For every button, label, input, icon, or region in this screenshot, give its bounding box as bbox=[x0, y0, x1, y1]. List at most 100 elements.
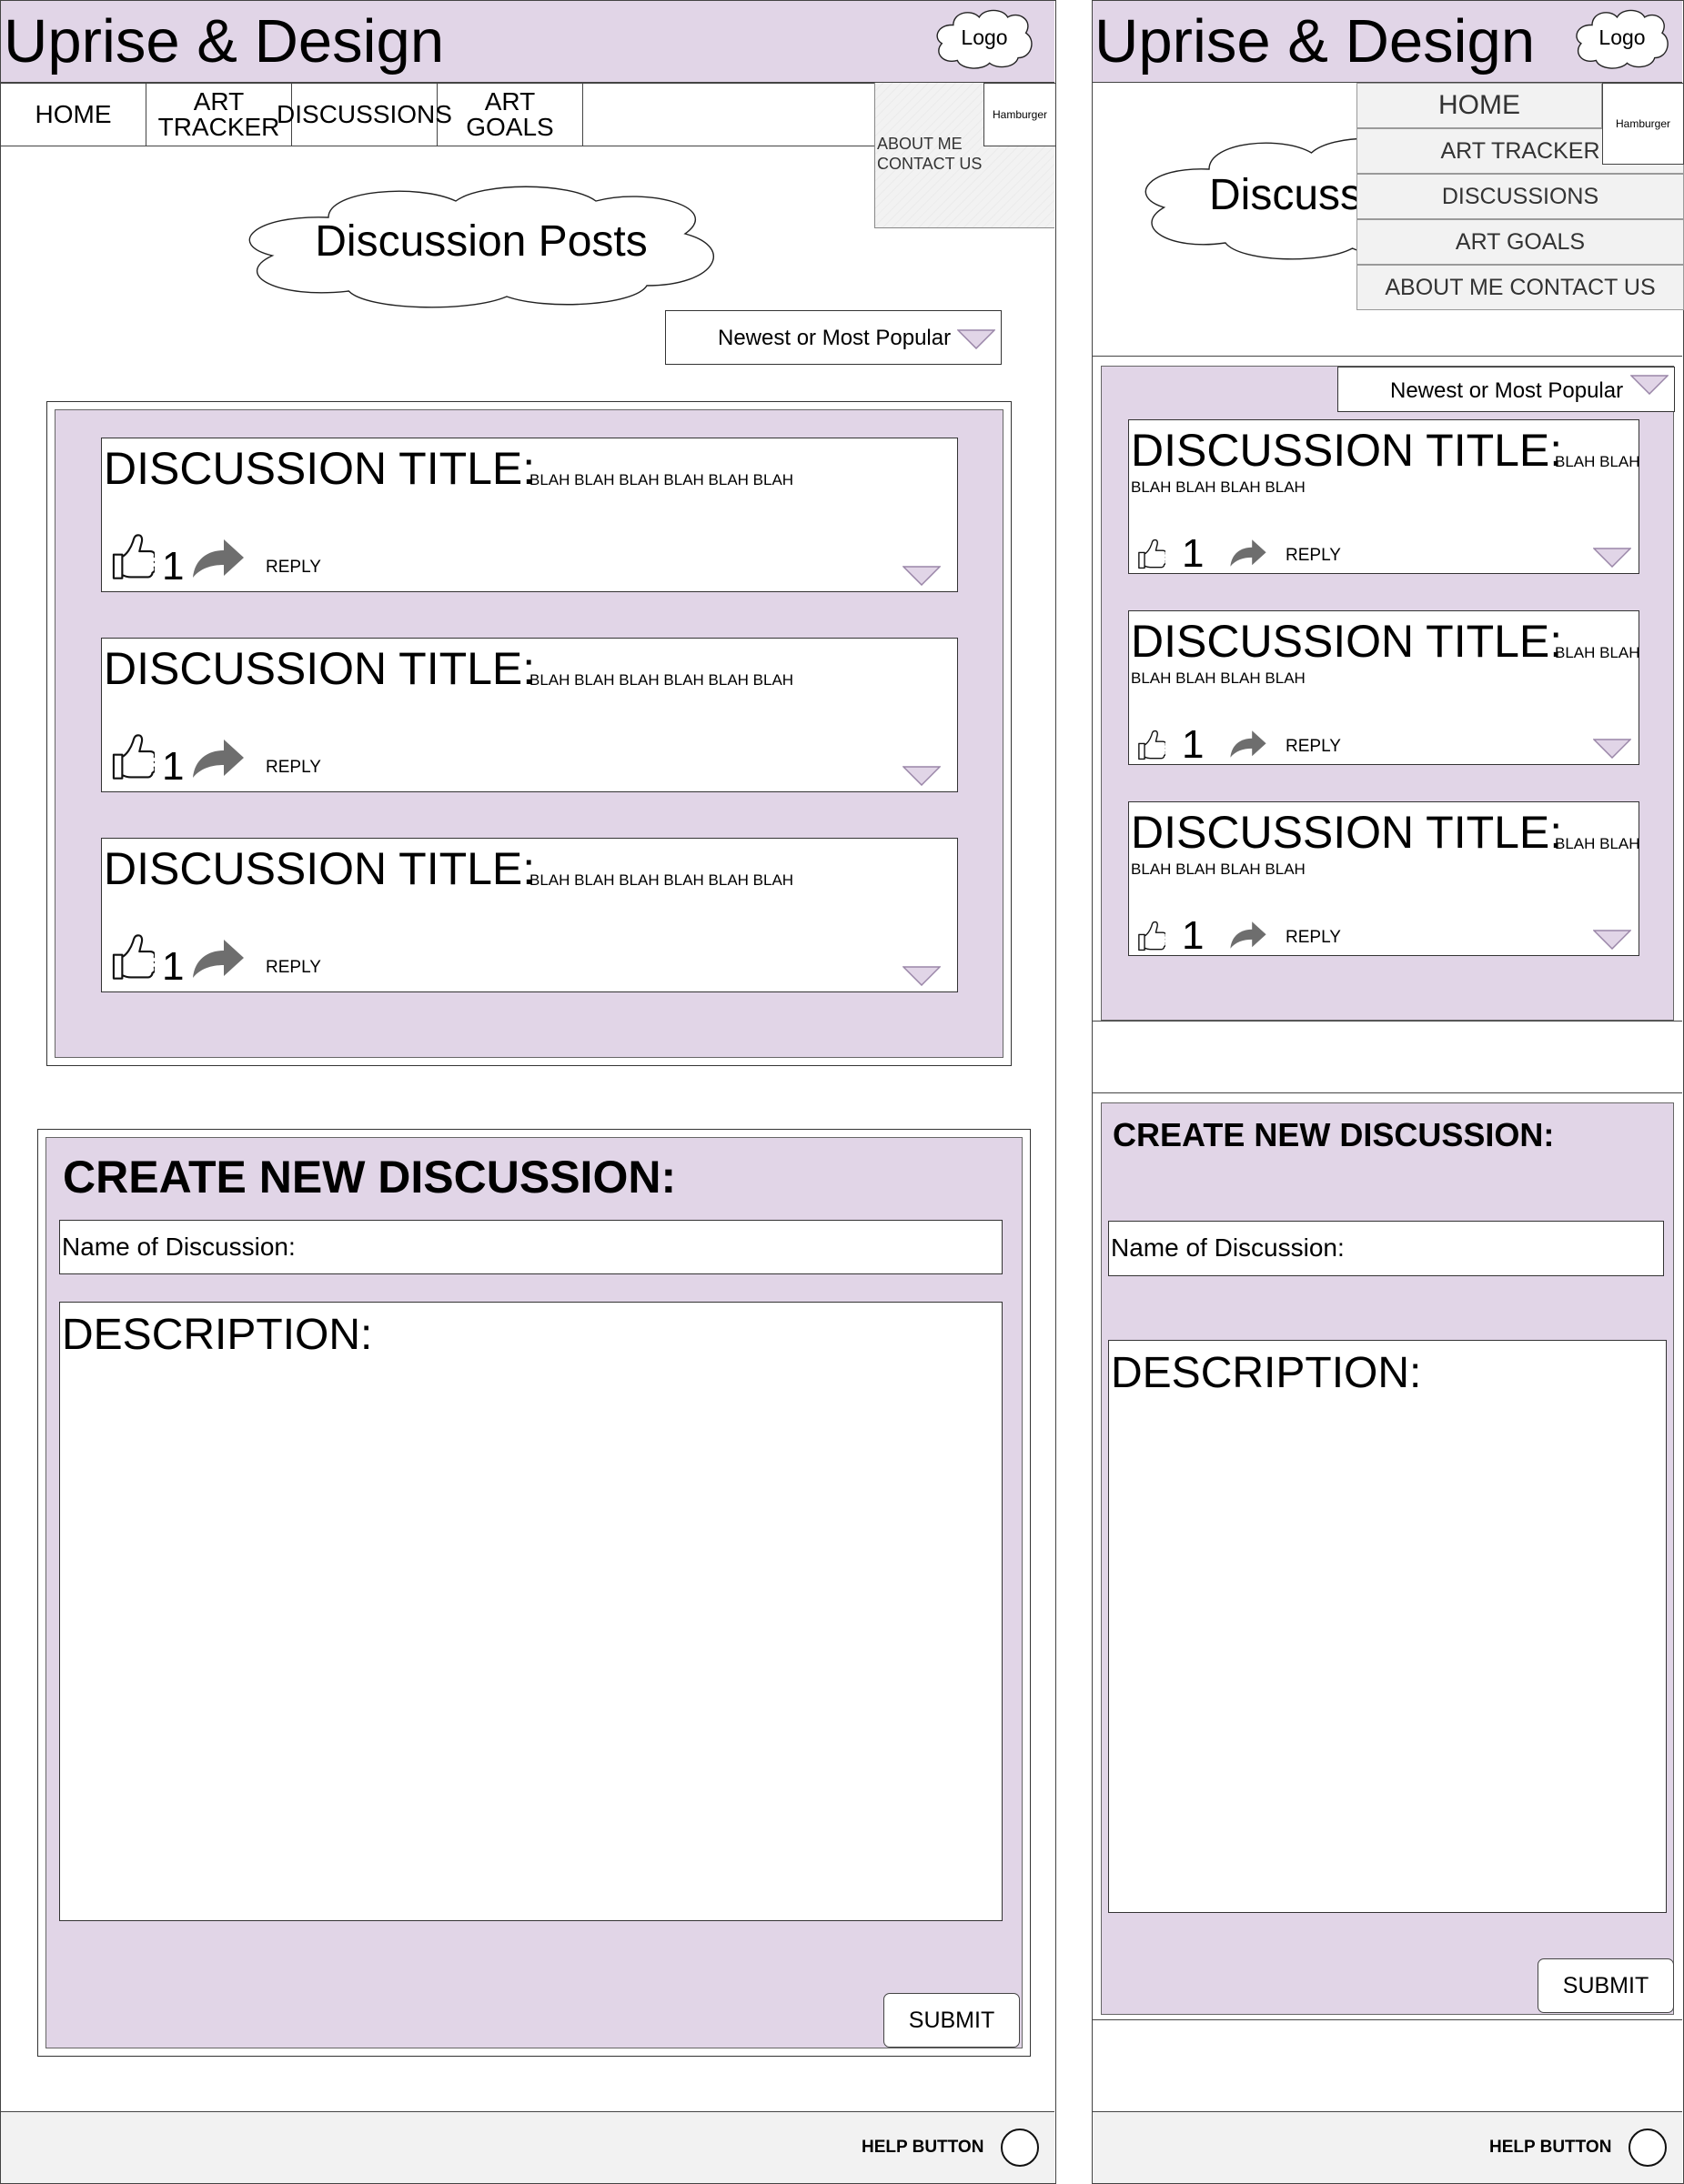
thumbs-up-icon[interactable] bbox=[1136, 730, 1165, 760]
mobile-share-control[interactable] bbox=[1229, 728, 1267, 765]
description-placeholder: DESCRIPTION: bbox=[62, 1311, 373, 1359]
share-icon[interactable] bbox=[1229, 919, 1267, 951]
reply-link[interactable]: REPLY bbox=[266, 758, 321, 778]
mobile-discussion-card[interactable]: DISCUSSION TITLE: BLAH BLAH BLAH BLAH BLAH… bbox=[1128, 801, 1640, 958]
expand-toggle[interactable] bbox=[902, 566, 942, 590]
mobile-expand-toggle[interactable] bbox=[1592, 739, 1632, 763]
sort-label: Newest or Most Popular bbox=[718, 326, 952, 350]
mobile-menu-home[interactable]: HOME bbox=[1356, 83, 1602, 128]
discussion-body: BLAH BLAH BLAH BLAH BLAH BLAH bbox=[529, 471, 794, 488]
thumbs-up-icon[interactable] bbox=[109, 733, 155, 780]
discussion-title: DISCUSSION TITLE: bbox=[104, 443, 536, 494]
reply-link[interactable]: REPLY bbox=[266, 958, 321, 978]
share-control[interactable] bbox=[191, 535, 246, 587]
mobile-share-control[interactable] bbox=[1229, 919, 1267, 956]
chevron-down-icon[interactable] bbox=[902, 966, 942, 987]
discussion-card[interactable]: DISCUSSION TITLE: BLAH BLAH BLAH BLAH BLA… bbox=[101, 638, 958, 792]
discussion-body: BLAH BLAH BLAH BLAH BLAH BLAH bbox=[529, 871, 794, 889]
discussion-body: BLAH BLAH BLAH BLAH BLAH BLAH bbox=[529, 671, 794, 689]
nav-art-goals[interactable]: ART GOALS bbox=[438, 84, 583, 146]
mobile-like-control[interactable] bbox=[1136, 730, 1165, 765]
mobile-like-control[interactable] bbox=[1136, 921, 1165, 956]
desktop-header: Uprise & Design Logo bbox=[1, 1, 1054, 83]
chevron-down-icon[interactable] bbox=[902, 766, 942, 787]
expand-toggle[interactable] bbox=[902, 766, 942, 790]
mobile-reply-link[interactable]: REPLY bbox=[1286, 928, 1341, 948]
nav-contact-us[interactable]: CONTACT US bbox=[877, 155, 982, 174]
mobile-reply-link[interactable]: REPLY bbox=[1286, 546, 1341, 566]
mobile-menu-art-goals[interactable]: ART GOALS bbox=[1356, 219, 1684, 265]
sort-dropdown[interactable]: Newest or Most Popular bbox=[665, 310, 1002, 365]
desktop-footer: HELP BUTTON bbox=[1, 2111, 1054, 2183]
mobile-discussion-body-line2: BLAH BLAH BLAH BLAH bbox=[1131, 669, 1306, 687]
mobile-share-control[interactable] bbox=[1229, 537, 1267, 574]
nav-home[interactable]: HOME bbox=[1, 84, 146, 146]
mobile-expand-toggle[interactable] bbox=[1592, 548, 1632, 572]
expand-toggle[interactable] bbox=[902, 966, 942, 991]
mobile-sort-label: Newest or Most Popular bbox=[1390, 378, 1624, 403]
like-control[interactable] bbox=[109, 733, 155, 785]
chevron-down-icon[interactable] bbox=[1592, 930, 1632, 951]
mobile-reply-link[interactable]: REPLY bbox=[1286, 737, 1341, 757]
discussion-list: DISCUSSION TITLE: BLAH BLAH BLAH BLAH BLA… bbox=[55, 409, 1003, 1058]
mobile-logo[interactable]: Logo bbox=[1572, 5, 1672, 71]
hamburger-label: Hamburger bbox=[992, 108, 1048, 121]
thumbs-up-icon[interactable] bbox=[109, 533, 155, 580]
discussion-name-field[interactable]: Name of Discussion: bbox=[59, 1220, 1003, 1274]
discussion-title: DISCUSSION TITLE: bbox=[104, 643, 536, 694]
mobile-footer: HELP BUTTON bbox=[1093, 2111, 1682, 2183]
create-discussion-panel: CREATE NEW DISCUSSION: Name of Discussio… bbox=[45, 1137, 1023, 2048]
share-icon[interactable] bbox=[191, 535, 246, 582]
thumbs-up-icon[interactable] bbox=[1136, 921, 1165, 951]
desktop-nav: HOME ART TRACKER DISCUSSIONS ART GOALS bbox=[1, 83, 875, 146]
mobile-discussion-title: DISCUSSION TITLE: bbox=[1131, 807, 1563, 858]
share-icon[interactable] bbox=[191, 735, 246, 782]
discussion-card[interactable]: DISCUSSION TITLE: BLAH BLAH BLAH BLAH BLA… bbox=[101, 438, 958, 592]
description-field[interactable]: DESCRIPTION: bbox=[59, 1302, 1003, 1921]
mobile-discussion-card[interactable]: DISCUSSION TITLE: BLAH BLAH BLAH BLAH BLAH… bbox=[1128, 610, 1640, 767]
mobile-submit-button[interactable]: SUBMIT bbox=[1538, 1958, 1674, 2013]
mobile-sort-dropdown[interactable]: Newest or Most Popular bbox=[1337, 367, 1675, 412]
mobile-help-button[interactable] bbox=[1629, 2129, 1667, 2167]
logo-label: Logo bbox=[961, 25, 1008, 49]
chevron-down-icon[interactable] bbox=[1592, 739, 1632, 760]
share-control[interactable] bbox=[191, 935, 246, 987]
create-heading: CREATE NEW DISCUSSION: bbox=[63, 1152, 677, 1203]
discussion-card[interactable]: DISCUSSION TITLE: BLAH BLAH BLAH BLAH BLA… bbox=[101, 838, 958, 992]
chevron-down-icon bbox=[957, 329, 995, 349]
share-control[interactable] bbox=[191, 735, 246, 787]
mobile-menu-about-contact[interactable]: ABOUT ME CONTACT US bbox=[1356, 265, 1684, 310]
mobile-description-field[interactable]: DESCRIPTION: bbox=[1108, 1340, 1667, 1913]
mobile-menu-discussions[interactable]: DISCUSSIONS bbox=[1356, 174, 1684, 219]
mobile-page-title: Discuss bbox=[1209, 171, 1363, 219]
mobile-discussion-name-placeholder: Name of Discussion: bbox=[1111, 1233, 1345, 1262]
nav-art-tracker[interactable]: ART TRACKER bbox=[146, 84, 292, 146]
like-control[interactable] bbox=[109, 533, 155, 585]
submit-button[interactable]: SUBMIT bbox=[883, 1993, 1020, 2048]
logo[interactable]: Logo bbox=[933, 5, 1036, 71]
hamburger-button[interactable]: Hamburger bbox=[983, 83, 1056, 146]
share-icon[interactable] bbox=[1229, 537, 1267, 569]
like-count: 1 bbox=[162, 544, 185, 589]
nav-about-me[interactable]: ABOUT ME bbox=[877, 135, 963, 154]
share-icon[interactable] bbox=[191, 935, 246, 982]
mobile-discussion-title: DISCUSSION TITLE: bbox=[1131, 425, 1563, 476]
chevron-down-icon[interactable] bbox=[1592, 548, 1632, 569]
share-icon[interactable] bbox=[1229, 728, 1267, 760]
like-control[interactable] bbox=[109, 933, 155, 985]
mobile-discussion-list: Newest or Most Popular DISCUSSION TITLE:… bbox=[1101, 366, 1675, 1021]
help-button[interactable] bbox=[1001, 2129, 1039, 2167]
mobile-like-control[interactable] bbox=[1136, 538, 1165, 574]
mobile-discussion-card[interactable]: DISCUSSION TITLE: BLAH BLAH BLAH BLAH BLAH… bbox=[1128, 419, 1640, 576]
nav-discussions[interactable]: DISCUSSIONS bbox=[277, 84, 452, 146]
chevron-down-icon[interactable] bbox=[902, 566, 942, 587]
mobile-expand-toggle[interactable] bbox=[1592, 930, 1632, 954]
thumbs-up-icon[interactable] bbox=[1136, 538, 1165, 569]
mobile-hamburger-button[interactable]: Hamburger bbox=[1602, 83, 1684, 165]
mobile-brand-title[interactable]: Uprise & Design bbox=[1094, 11, 1535, 72]
mobile-discussion-name-field[interactable]: Name of Discussion: bbox=[1108, 1221, 1664, 1276]
brand-title[interactable]: Uprise & Design bbox=[4, 11, 444, 72]
like-count: 1 bbox=[162, 744, 185, 789]
reply-link[interactable]: REPLY bbox=[266, 558, 321, 578]
thumbs-up-icon[interactable] bbox=[109, 933, 155, 981]
